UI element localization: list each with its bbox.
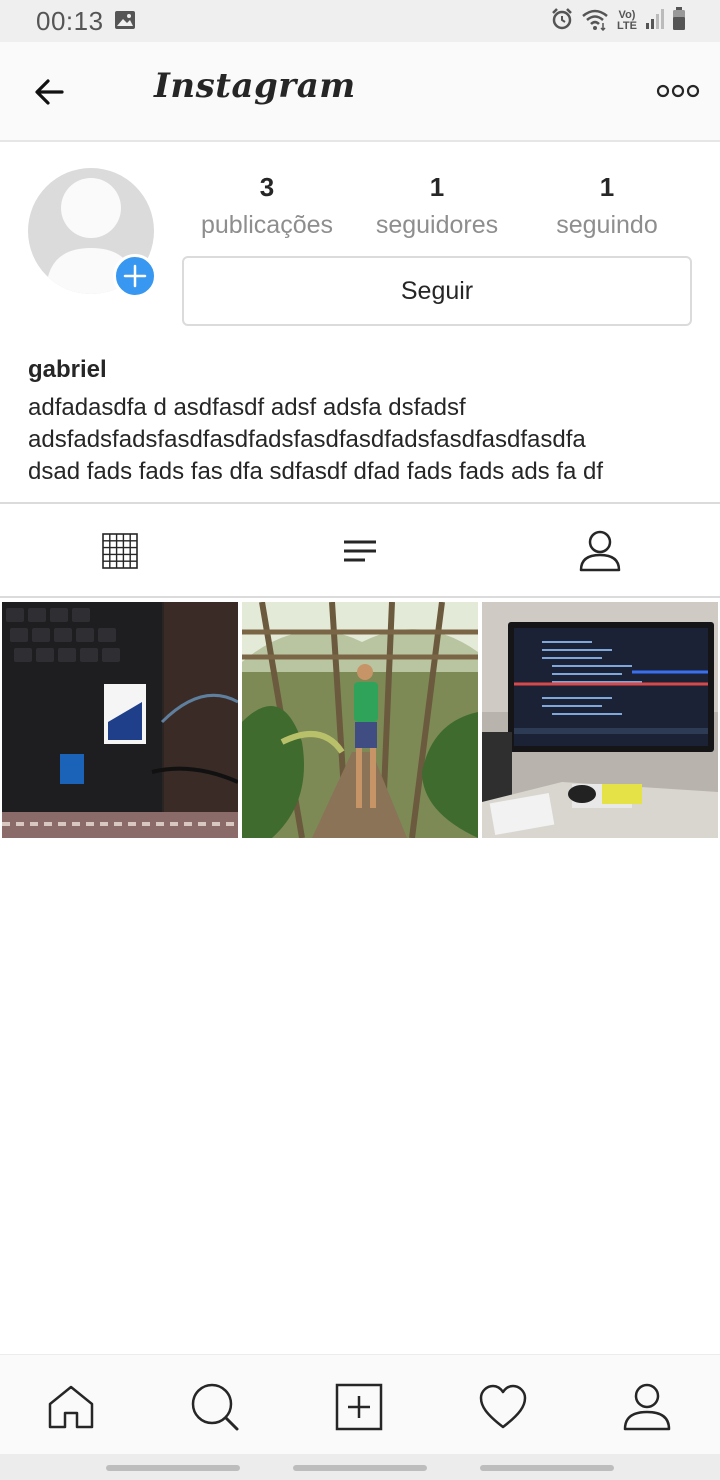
followers-label: seguidores xyxy=(375,211,499,239)
back-button[interactable] xyxy=(30,72,70,112)
followers-stat[interactable]: 1 seguidores xyxy=(352,172,522,240)
tagged-person-icon xyxy=(579,530,621,572)
following-label: seguindo xyxy=(556,211,658,239)
more-dots-icon xyxy=(656,84,700,98)
heart-icon xyxy=(479,1384,527,1429)
gesture-pill[interactable] xyxy=(480,1465,614,1471)
gesture-navigation-bar xyxy=(0,1454,720,1480)
bio-line: dsad fads fads fas dfa sdfasdf dfad fads… xyxy=(28,458,604,485)
app-header: Instagram xyxy=(0,42,720,142)
home-icon xyxy=(48,1385,94,1429)
lte-label: LTE xyxy=(617,20,637,32)
nav-search[interactable] xyxy=(185,1379,245,1435)
status-bar: 00:13 Vo) LTE xyxy=(0,0,720,42)
network-type: Vo) LTE xyxy=(616,10,638,32)
profile-username: gabriel xyxy=(28,356,107,383)
bottom-navigation xyxy=(0,1354,720,1455)
battery-icon xyxy=(672,6,686,36)
nav-new-post[interactable] xyxy=(329,1379,389,1435)
post-thumbnail-monitor[interactable] xyxy=(482,602,718,838)
posts-label: publicações xyxy=(200,211,334,239)
bio-line: adfadasdfa d asdfasdf adsf adsfa dsfadsf xyxy=(28,394,466,421)
gesture-pill[interactable] xyxy=(106,1465,240,1471)
post-thumbnail-laptop[interactable] xyxy=(2,602,238,838)
followers-count: 1 xyxy=(429,172,445,202)
follow-button[interactable]: Seguir xyxy=(182,256,692,326)
posts-stat[interactable]: 3 publicações xyxy=(182,172,352,240)
status-time: 00:13 xyxy=(36,6,104,36)
search-icon xyxy=(191,1383,239,1431)
laptop-keyboard-photo xyxy=(2,602,238,838)
following-count: 1 xyxy=(599,172,615,202)
add-story-button[interactable] xyxy=(113,254,157,298)
profile-icon xyxy=(623,1383,671,1431)
signal-icon xyxy=(645,8,665,35)
bio-line: adsfadsfadsfasdfasdfadsfasdfasdfadsfasdf… xyxy=(28,426,586,453)
person-in-garden-photo xyxy=(242,602,478,838)
list-icon xyxy=(344,540,376,562)
gesture-pill[interactable] xyxy=(293,1465,427,1471)
grid-icon xyxy=(102,533,138,569)
more-options-button[interactable] xyxy=(656,76,700,106)
gallery-icon xyxy=(114,10,136,35)
wifi-icon xyxy=(581,7,609,36)
add-post-icon xyxy=(335,1383,383,1431)
app-title: Instagram xyxy=(154,66,356,106)
tab-tagged[interactable] xyxy=(480,504,720,598)
following-stat[interactable]: 1 seguindo xyxy=(522,172,692,240)
status-icons: Vo) LTE xyxy=(550,6,686,36)
alarm-icon xyxy=(550,7,574,36)
posts-count: 3 xyxy=(259,172,275,202)
nav-activity[interactable] xyxy=(473,1379,533,1435)
plus-icon xyxy=(123,264,147,288)
profile-tabs xyxy=(0,502,720,598)
nav-home[interactable] xyxy=(41,1379,101,1435)
tab-list[interactable] xyxy=(240,504,480,598)
nav-profile[interactable] xyxy=(617,1379,677,1435)
post-thumbnail-garden[interactable] xyxy=(242,602,478,838)
profile-bio: adfadasdfa d asdfasdf adsf adsfa dsfadsf… xyxy=(28,392,698,488)
computer-monitor-photo xyxy=(482,602,718,838)
arrow-left-icon xyxy=(35,79,64,105)
tab-grid[interactable] xyxy=(0,504,240,598)
